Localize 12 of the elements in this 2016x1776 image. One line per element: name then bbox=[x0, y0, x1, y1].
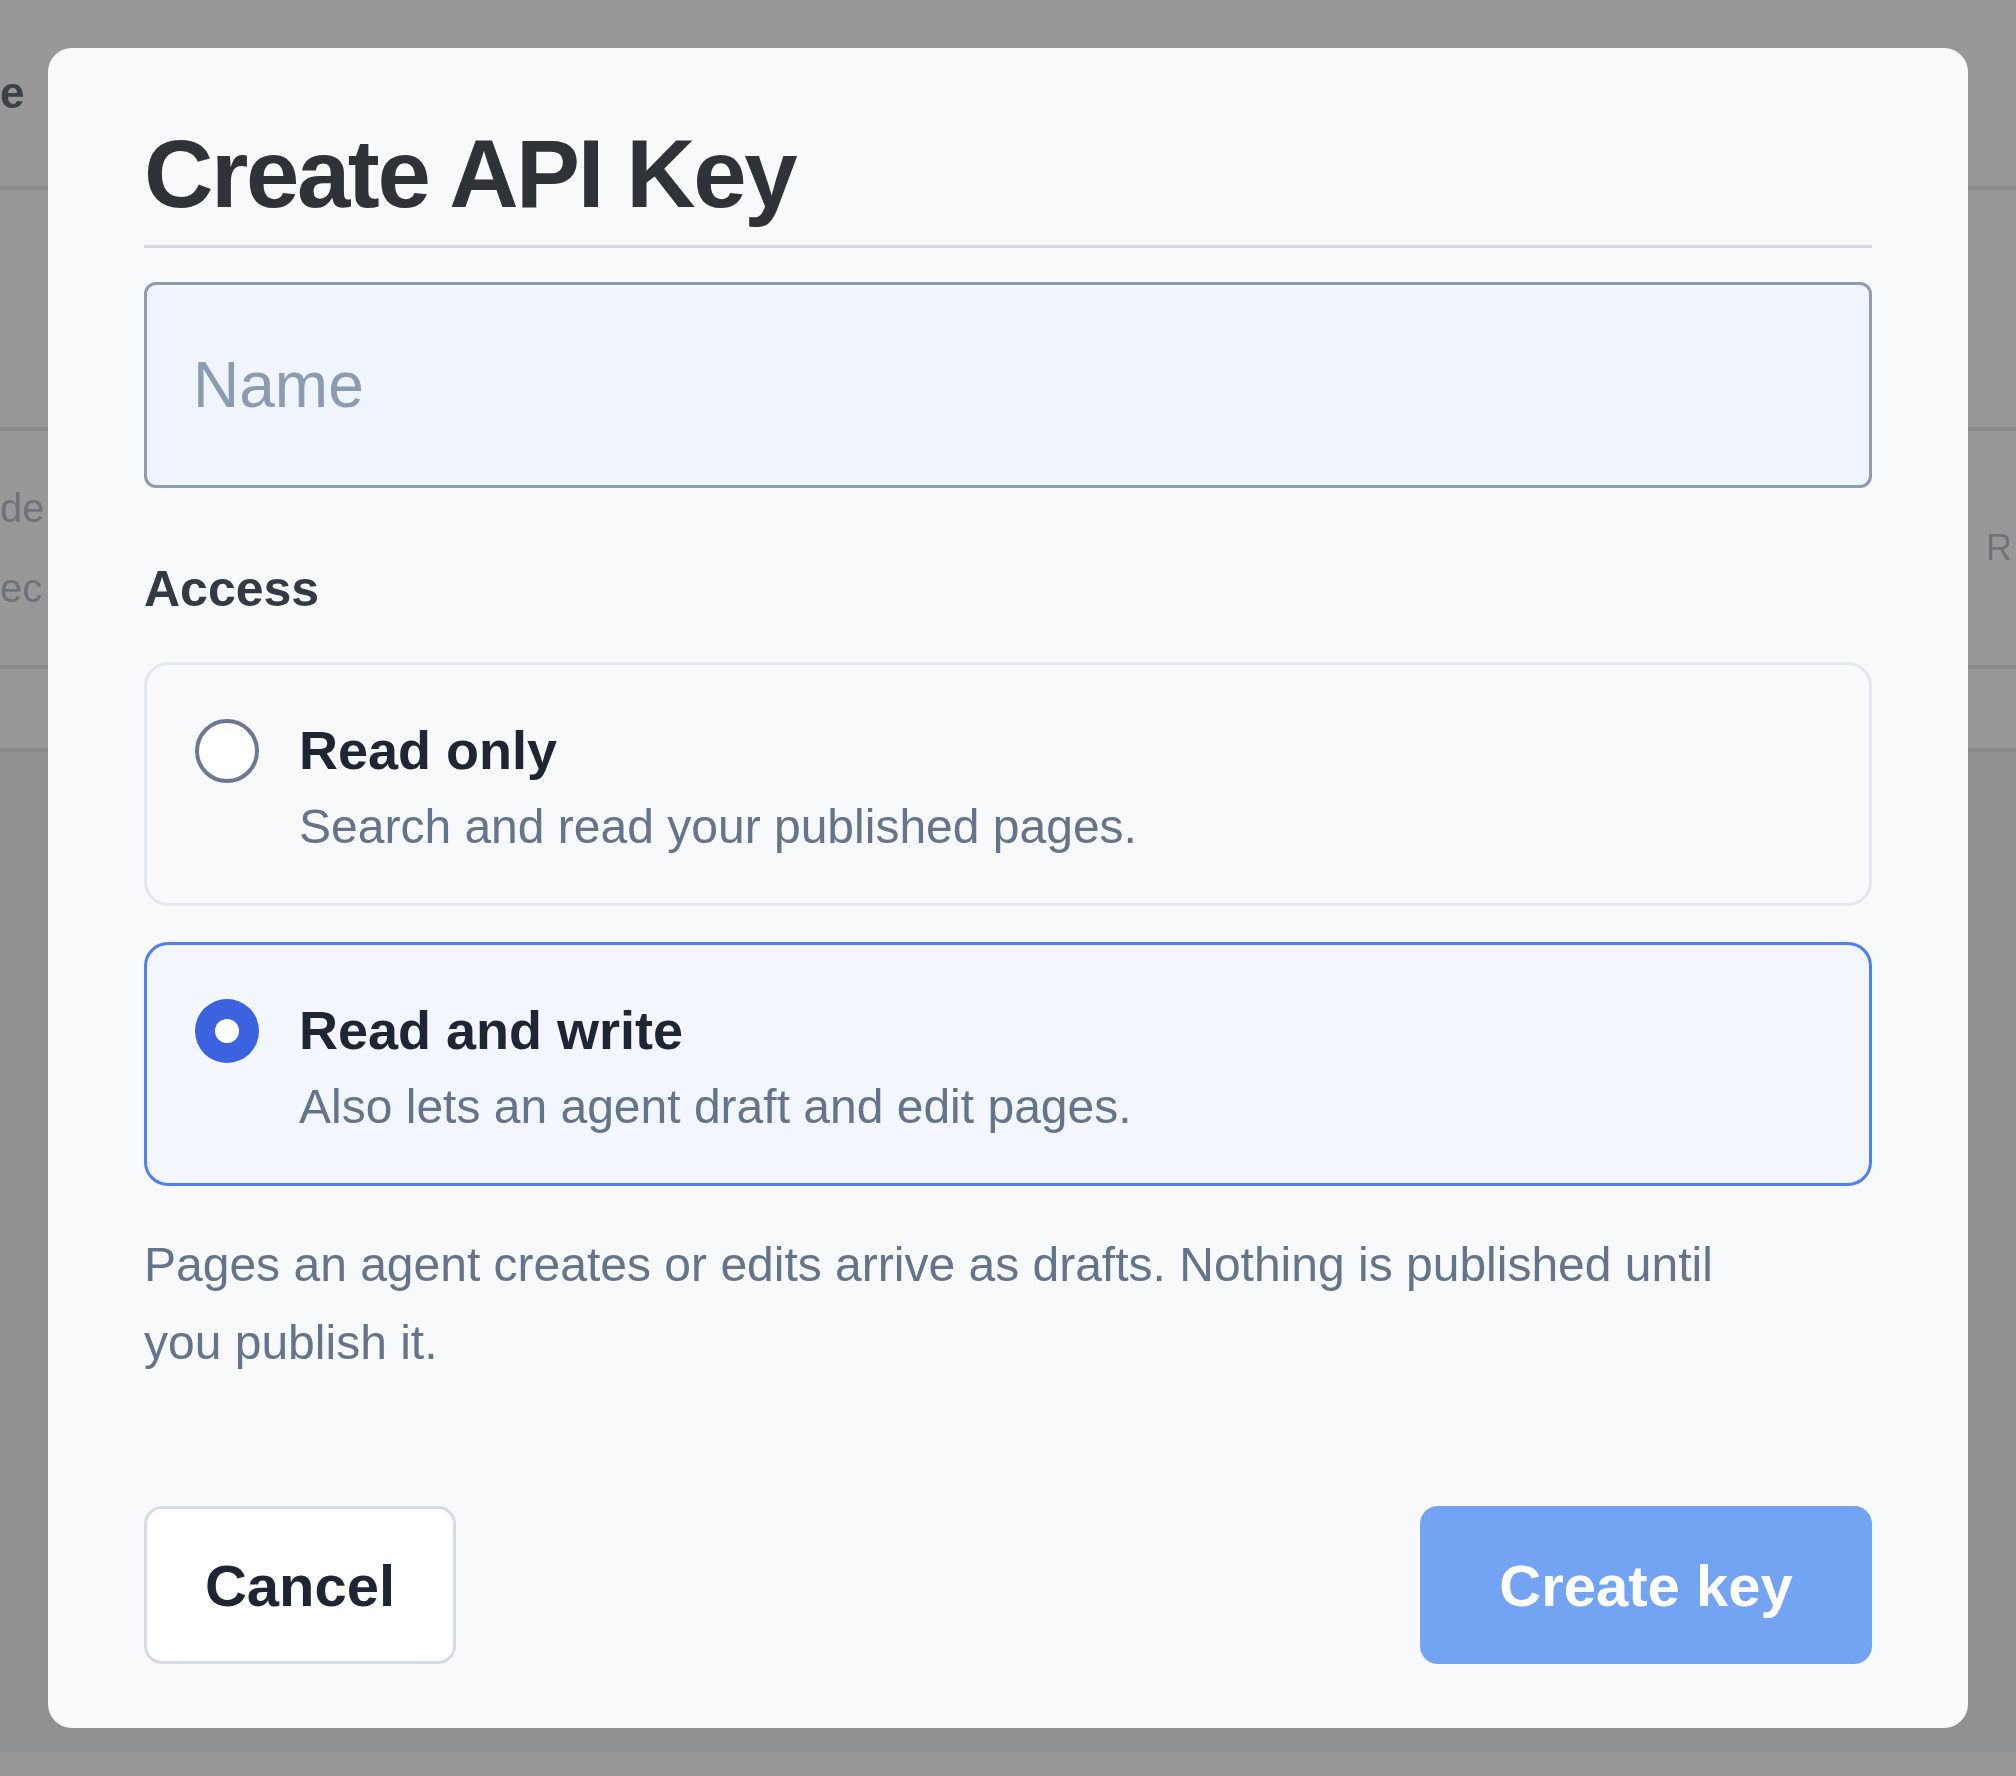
cancel-button[interactable]: Cancel bbox=[144, 1506, 456, 1664]
page-heading: e bbox=[0, 71, 25, 115]
name-field[interactable]: Name bbox=[144, 282, 1872, 489]
option-title: Read only bbox=[299, 719, 559, 778]
option-description: Also lets an agent draft and edit pages. bbox=[299, 1083, 1132, 1132]
option-description: Search and read your published pages. bbox=[299, 803, 1137, 852]
dialog-title: Create API Key bbox=[144, 119, 796, 229]
access-option[interactable]: Read only Search and read your published pages. bbox=[144, 662, 1872, 907]
note-text: Pages an agent creates or edits arrive as drafts. Nothing is published until you publish it. bbox=[144, 1237, 1714, 1372]
access-option[interactable]: Read and write Also lets an agent draft and edit pages. bbox=[144, 942, 1872, 1187]
access-label: Access bbox=[144, 564, 320, 615]
option-title: Read and write bbox=[299, 999, 685, 1058]
